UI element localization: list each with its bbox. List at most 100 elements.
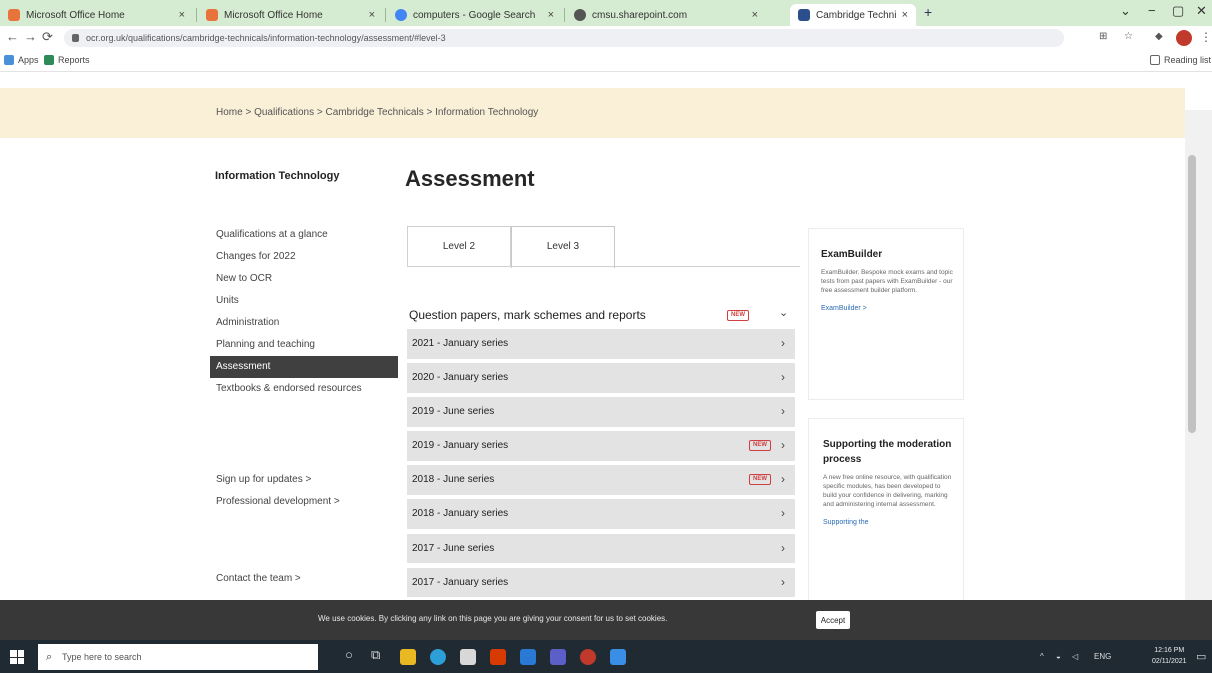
sign-up-link[interactable]: Sign up for updates >	[216, 474, 311, 485]
close-window-icon[interactable]: ✕	[1196, 3, 1207, 19]
extensions-icon[interactable]: ◆	[1155, 31, 1163, 42]
edge-icon[interactable]	[430, 649, 446, 665]
chevron-right-icon: ›	[781, 438, 785, 453]
tab-close-icon[interactable]: ×	[752, 9, 758, 21]
browser-menu-icon[interactable]: ⋮	[1200, 30, 1212, 44]
task-view-icon[interactable]: ⧉	[371, 647, 380, 663]
address-bar[interactable]: ocr.org.uk/qualifications/cambridge-tech…	[64, 29, 1064, 47]
bookmark-star-icon[interactable]: ☆	[1124, 31, 1133, 42]
mail-icon[interactable]	[520, 649, 536, 665]
breadcrumb[interactable]: Home > Qualifications > Cambridge Techni…	[216, 107, 538, 118]
sidenav-item-textbooks[interactable]: Textbooks & endorsed resources	[210, 378, 398, 400]
tabs-divider	[407, 266, 800, 267]
reading-list[interactable]: Reading list	[1150, 55, 1211, 65]
network-icon[interactable]: ◒	[1056, 652, 1061, 661]
clock-time: 12:16 PM	[1154, 647, 1185, 654]
minimize-icon[interactable]: −	[1148, 3, 1156, 18]
bookmarks-bar: Apps Reports Reading list	[0, 50, 1212, 72]
series-row-2019-january[interactable]: 2019 - January series NEW ›	[407, 431, 795, 461]
moderation-link[interactable]: Supporting the	[823, 519, 953, 526]
tab-level-2[interactable]: Level 2	[407, 226, 511, 267]
section-header[interactable]: Question papers, mark schemes and report…	[409, 308, 646, 322]
reports-icon	[44, 55, 54, 65]
back-arrow-icon[interactable]: ←	[6, 29, 19, 44]
accept-cookies-button[interactable]: Accept	[816, 611, 850, 629]
bookmark-apps[interactable]: Apps	[4, 55, 39, 65]
exambuilder-link[interactable]: ExamBuilder >	[821, 305, 953, 312]
series-row-2018-june[interactable]: 2018 - June series NEW ›	[407, 465, 795, 495]
file-explorer-icon[interactable]	[400, 649, 416, 665]
browser-tab-active[interactable]: Cambridge Technicals - Informa ×	[790, 4, 916, 26]
tab-close-icon[interactable]: ×	[369, 9, 375, 21]
browser-tab[interactable]: Microsoft Office Home ×	[198, 4, 383, 26]
series-label: 2019 - January series	[412, 440, 509, 452]
notifications-icon[interactable]: ▭	[1196, 650, 1206, 663]
browser-tab[interactable]: Microsoft Office Home ×	[0, 4, 193, 26]
chevron-down-icon[interactable]: ⌄	[1120, 3, 1131, 19]
volume-icon[interactable]: ◁	[1072, 652, 1078, 661]
tab-label: Microsoft Office Home	[26, 9, 125, 21]
scrollbar-thumb[interactable]	[1188, 155, 1196, 433]
series-label: 2020 - January series	[412, 372, 509, 384]
chevron-right-icon: ›	[781, 472, 785, 487]
sidenav-item-administration[interactable]: Administration	[210, 312, 398, 334]
browser-tab[interactable]: cmsu.sharepoint.com ×	[566, 4, 766, 26]
system-clock[interactable]: 12:16 PM 02/11/2021	[1152, 645, 1187, 667]
tab-close-icon[interactable]: ×	[179, 9, 185, 21]
chevron-right-icon: ›	[781, 404, 785, 419]
tray-overflow-icon[interactable]: ^	[1040, 652, 1044, 661]
sidenav-item-new-to-ocr[interactable]: New to OCR	[210, 268, 398, 290]
tab-close-icon[interactable]: ×	[548, 9, 554, 21]
store-icon[interactable]	[460, 649, 476, 665]
tab-label: cmsu.sharepoint.com	[592, 9, 688, 21]
sidenav-item-planning[interactable]: Planning and teaching	[210, 334, 398, 356]
paint-icon[interactable]	[610, 649, 626, 665]
google-favicon-icon	[395, 9, 407, 21]
tab-label: computers - Google Search	[413, 9, 536, 21]
cookie-message: We use cookies. By clicking any link on …	[318, 614, 668, 623]
browser-tab-strip: Microsoft Office Home × Microsoft Office…	[0, 0, 1212, 26]
sidenav-item-changes[interactable]: Changes for 2022	[210, 246, 398, 268]
chrome-icon[interactable]	[580, 649, 596, 665]
new-tab-button[interactable]: +	[924, 4, 932, 20]
professional-development-link[interactable]: Professional development >	[216, 496, 340, 507]
side-navigation: Qualifications at a glance Changes for 2…	[210, 224, 398, 400]
series-row-2017-june[interactable]: 2017 - June series ›	[407, 533, 795, 564]
chevron-down-icon[interactable]: ⌄	[779, 306, 788, 319]
maximize-icon[interactable]: ▢	[1172, 3, 1184, 19]
contact-team-link[interactable]: Contact the team >	[216, 573, 301, 584]
series-row-2021-january[interactable]: 2021 - January series ›	[407, 329, 795, 359]
tab-level-3[interactable]: Level 3	[511, 226, 615, 268]
taskbar-search-input[interactable]: ⌕ Type here to search	[38, 644, 318, 670]
language-indicator[interactable]: ENG	[1094, 652, 1111, 661]
series-row-2017-january[interactable]: 2017 - January series ›	[407, 567, 795, 598]
windows-start-icon[interactable]	[10, 650, 24, 664]
profile-avatar[interactable]	[1176, 30, 1192, 46]
tab-close-icon[interactable]: ×	[902, 9, 908, 21]
reading-list-icon	[1150, 55, 1160, 65]
tab-label: Cambridge Technicals - Informa	[816, 9, 896, 21]
page-title: Assessment	[405, 166, 535, 191]
series-row-2018-january[interactable]: 2018 - January series ›	[407, 499, 795, 529]
translate-icon[interactable]: ⊞	[1099, 31, 1107, 42]
card-body: A new free online resource, with qualifi…	[823, 474, 952, 508]
cookie-banner: We use cookies. By clicking any link on …	[0, 600, 1212, 640]
search-icon: ⌕	[46, 651, 53, 663]
sidenav-item-assessment[interactable]: Assessment	[210, 356, 398, 378]
browser-tab[interactable]: computers - Google Search ×	[387, 4, 562, 26]
sidenav-item-qualifications[interactable]: Qualifications at a glance	[210, 224, 398, 246]
new-badge: NEW	[749, 474, 771, 486]
sidenav-item-units[interactable]: Units	[210, 290, 398, 312]
sharepoint-favicon-icon	[574, 9, 586, 21]
cortana-icon[interactable]: ○	[345, 647, 353, 662]
office-favicon-icon	[206, 9, 218, 21]
series-row-2019-june[interactable]: 2019 - June series ›	[407, 397, 795, 427]
forward-arrow-icon[interactable]: →	[24, 29, 37, 44]
search-placeholder: Type here to search	[62, 652, 142, 662]
reload-icon[interactable]: ⟳	[42, 29, 53, 45]
series-row-2020-january[interactable]: 2020 - January series ›	[407, 363, 795, 393]
teams-icon[interactable]	[550, 649, 566, 665]
bookmark-reports[interactable]: Reports	[44, 55, 90, 65]
office-icon[interactable]	[490, 649, 506, 665]
clock-date: 02/11/2021	[1152, 658, 1187, 665]
